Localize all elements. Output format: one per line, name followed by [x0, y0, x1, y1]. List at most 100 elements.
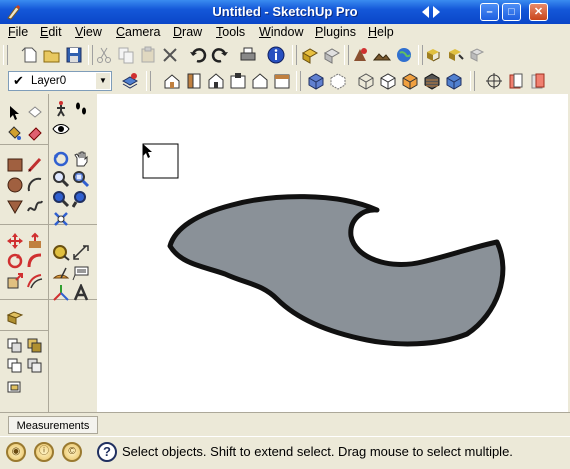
position-camera-icon[interactable]	[52, 210, 70, 228]
large-tool-set-panel	[0, 94, 98, 412]
menu-help[interactable]: Help	[368, 25, 394, 39]
toggle-terrain-icon[interactable]	[372, 45, 392, 65]
component-back-icon[interactable]	[26, 356, 44, 374]
open-folder-icon[interactable]	[42, 45, 62, 65]
copy-icon[interactable]	[116, 45, 136, 65]
walk-icon[interactable]	[52, 100, 70, 118]
shaded-with-textures-style-icon[interactable]	[422, 71, 442, 91]
component-browser-icon[interactable]	[6, 378, 24, 396]
make-component-icon[interactable]	[26, 104, 44, 122]
front-view-icon[interactable]	[206, 71, 226, 91]
orbit-icon[interactable]	[52, 150, 70, 168]
menu-window[interactable]: Window	[259, 25, 303, 39]
monochrome-style-icon[interactable]	[444, 71, 464, 91]
pan-hand-icon[interactable]	[72, 150, 90, 168]
tape-measure-icon[interactable]	[52, 244, 70, 262]
menu-camera[interactable]: Camera	[116, 25, 160, 39]
menu-plugins[interactable]: Plugins	[315, 25, 356, 39]
look-around-eye-icon[interactable]	[52, 120, 70, 138]
save-icon[interactable]	[64, 45, 84, 65]
protractor-icon[interactable]	[52, 264, 70, 282]
xray-style-icon[interactable]	[306, 71, 326, 91]
layer-manager-icon[interactable]	[120, 71, 140, 91]
group-icon[interactable]	[6, 308, 24, 326]
hidden-line-style-icon[interactable]	[378, 71, 398, 91]
window-switch-arrows-icon[interactable]	[420, 5, 442, 19]
right-view-icon[interactable]	[228, 71, 248, 91]
get-models-icon[interactable]	[300, 45, 320, 65]
menu-edit[interactable]: Edit	[40, 25, 62, 39]
3d-text-icon[interactable]	[72, 284, 90, 302]
component-options-icon[interactable]	[446, 45, 466, 65]
move-icon[interactable]	[6, 232, 24, 250]
polygon-icon[interactable]	[6, 197, 24, 215]
redo-icon[interactable]	[210, 45, 230, 65]
erase-delete-icon[interactable]	[160, 45, 180, 65]
chevron-down-icon[interactable]: ▼	[96, 73, 110, 89]
paste-icon[interactable]	[138, 45, 158, 65]
canvas-drawing-surface[interactable]	[97, 94, 568, 412]
print-icon[interactable]	[238, 45, 258, 65]
offset-icon[interactable]	[26, 272, 44, 290]
wireframe-style-icon[interactable]	[356, 71, 376, 91]
follow-me-icon[interactable]	[26, 252, 44, 270]
dynamic-component-interact-icon[interactable]	[424, 45, 444, 65]
rectangle-icon[interactable]	[6, 156, 24, 174]
display-section-planes-icon[interactable]	[506, 71, 526, 91]
shaded-style-icon[interactable]	[400, 71, 420, 91]
minimize-button[interactable]: –	[480, 3, 499, 21]
undo-icon[interactable]	[188, 45, 208, 65]
title-bar[interactable]: Untitled - SketchUp Pro – □ ✕	[0, 0, 570, 24]
drawn-face-shape[interactable]	[167, 194, 506, 347]
menu-tools[interactable]: Tools	[216, 25, 245, 39]
toolbar-grip	[344, 45, 349, 65]
menu-view[interactable]: View	[75, 25, 102, 39]
cut-icon[interactable]	[94, 45, 114, 65]
push-pull-icon[interactable]	[26, 232, 44, 250]
axes-icon[interactable]	[52, 284, 70, 302]
layer-dropdown[interactable]: ✔ Layer0 ▼	[8, 71, 112, 91]
text-tool-icon[interactable]	[72, 264, 90, 282]
drawing-canvas[interactable]	[97, 94, 568, 412]
left-view-icon[interactable]	[272, 71, 292, 91]
component-copy-icon[interactable]	[6, 336, 24, 354]
dimension-icon[interactable]	[72, 244, 90, 262]
iso-view-icon[interactable]	[162, 71, 182, 91]
menu-file[interactable]: File	[8, 25, 28, 39]
back-view-icon[interactable]	[250, 71, 270, 91]
footprints-icon[interactable]	[72, 100, 90, 118]
close-button[interactable]: ✕	[529, 3, 548, 21]
zoom-icon[interactable]	[52, 170, 70, 188]
component-front-icon[interactable]	[6, 356, 24, 374]
back-edges-style-icon[interactable]	[328, 71, 348, 91]
component-stack-icon[interactable]	[26, 336, 44, 354]
copyright-icon[interactable]: ©	[62, 442, 82, 462]
eraser-icon[interactable]	[26, 124, 44, 142]
section-plane-icon[interactable]	[484, 71, 504, 91]
circle-icon[interactable]	[6, 176, 24, 194]
arc-icon[interactable]	[26, 176, 44, 194]
add-location-icon[interactable]	[350, 45, 370, 65]
zoom-window-icon[interactable]	[72, 170, 90, 188]
google-earth-icon[interactable]	[394, 45, 414, 65]
component-attributes-icon[interactable]	[468, 45, 488, 65]
line-pencil-icon[interactable]	[26, 156, 44, 174]
geo-location-icon[interactable]: ◉	[6, 442, 26, 462]
help-icon[interactable]: ?	[97, 442, 117, 462]
share-model-icon[interactable]	[322, 45, 342, 65]
new-file-icon[interactable]	[20, 45, 40, 65]
previous-view-icon[interactable]	[72, 190, 90, 208]
display-section-cuts-icon[interactable]	[528, 71, 548, 91]
zoom-extents-icon[interactable]	[52, 190, 70, 208]
top-view-icon[interactable]	[184, 71, 204, 91]
maximize-button[interactable]: □	[502, 3, 521, 21]
toolbar-grip[interactable]	[3, 45, 8, 65]
rotate-icon[interactable]	[6, 252, 24, 270]
select-arrow-icon[interactable]	[6, 104, 24, 122]
credits-icon[interactable]: ⓘ	[34, 442, 54, 462]
paint-bucket-icon[interactable]	[6, 124, 24, 142]
scale-icon[interactable]	[6, 272, 24, 290]
menu-draw[interactable]: Draw	[173, 25, 202, 39]
freehand-icon[interactable]	[26, 197, 44, 215]
model-info-icon[interactable]	[266, 45, 286, 65]
